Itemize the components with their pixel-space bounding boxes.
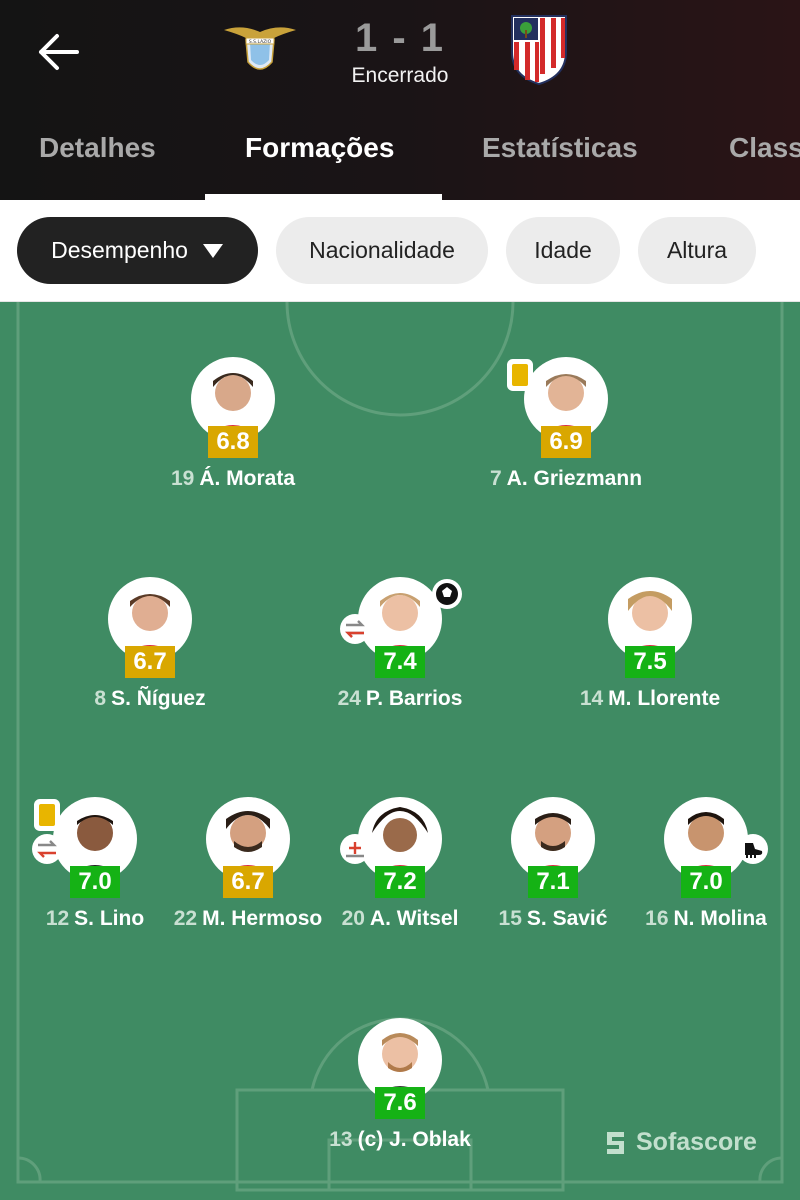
match-header: S.S.LAZIO 1 - 1 Encerrado Detalhes Forma… [0,0,800,200]
player-rating: 6.9 [541,426,591,458]
svg-text:S.S.LAZIO: S.S.LAZIO [249,39,272,45]
lazio-eagle-icon: S.S.LAZIO [224,27,296,70]
sofascore-watermark: Sofascore [604,1128,757,1157]
player-name: 7 A. Griezmann [489,467,643,490]
tab-estatisticas[interactable]: Estatísticas [482,132,638,164]
player-rating: 6.7 [125,646,175,678]
sofascore-logo-icon [607,1131,624,1154]
player-rating: 6.7 [223,866,273,898]
player-rating: 7.0 [681,866,731,898]
lineup-screen: S.S.LAZIO 1 - 1 Encerrado Detalhes Forma… [0,0,800,1200]
substitution-icon [32,834,62,864]
filter-altura[interactable]: Altura [638,217,756,284]
back-button[interactable] [30,24,86,80]
player-name: 24 P. Barrios [337,687,463,710]
player-rating: 7.2 [375,866,425,898]
player-name: 14 M. Llorente [579,687,721,710]
player-rating: 6.8 [208,426,258,458]
football-pitch: 6.8 19 Á. Morata 6.9 7 A. Griezmann 6.7 8S… [0,302,800,1200]
yellow-card-icon [39,804,55,826]
filter-idade[interactable]: Idade [506,217,620,284]
tab-formacoes[interactable]: Formações [245,132,394,164]
tab-detalhes[interactable]: Detalhes [39,132,156,164]
goal-icon [432,579,462,609]
substitution-icon [340,614,370,644]
player-name: 13 (c) J. Oblak [329,1128,471,1151]
substitution-in-icon [340,834,370,864]
player-name: 8 S. Ñíguez [94,687,206,710]
tab-classificacao[interactable]: Class [729,132,800,164]
player-rating: 7.6 [375,1087,425,1119]
arrow-left-icon [39,34,79,70]
player-name: 16 N. Molina [645,907,767,930]
player-rating: 7.1 [528,866,578,898]
match-score: 1 - 1 [354,16,446,60]
filter-nacionalidade[interactable]: Nacionalidade [276,217,488,284]
home-team-crest[interactable]: S.S.LAZIO [222,22,298,83]
player-rating: 7.0 [70,866,120,898]
match-status: Encerrado [351,64,449,87]
player-rating: 7.5 [625,646,675,678]
player-rating: 7.4 [375,646,425,678]
filter-bar: Desempenho Nacionalidade Idade Altura [0,200,800,302]
filter-desempenho-dropdown[interactable]: Desempenho [17,217,258,284]
filter-label: Desempenho [51,237,188,263]
player-name: 19 Á. Morata [170,467,296,490]
tab-bar: Detalhes Formações Estatísticas Class [0,118,800,200]
atletico-crest-icon [511,15,567,86]
yellow-card-icon [512,364,528,386]
assist-boot-icon [738,834,768,864]
away-team-crest[interactable] [508,12,570,91]
caret-down-icon [202,243,223,258]
